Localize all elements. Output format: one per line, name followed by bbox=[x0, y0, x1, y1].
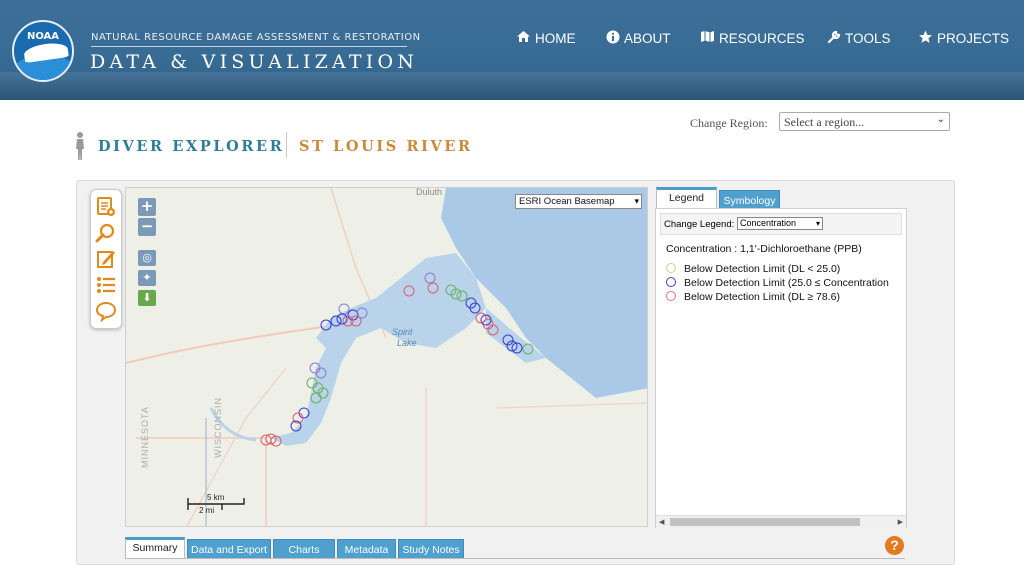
nav-resources-label: RESOURCES bbox=[719, 30, 805, 46]
change-legend-bar: Change Legend: Concentration ▾ bbox=[660, 213, 902, 235]
legend-item: Below Detection Limit (25.0 ≤ Concentrat… bbox=[666, 277, 889, 289]
legend-title: Concentration : 1,1'-Dichloroethane (PPB… bbox=[666, 243, 862, 255]
sample-point[interactable] bbox=[336, 313, 348, 325]
sample-point[interactable] bbox=[356, 307, 368, 319]
sample-point[interactable] bbox=[456, 290, 468, 302]
sample-point[interactable] bbox=[427, 282, 439, 294]
sample-point[interactable] bbox=[298, 407, 310, 419]
nav-projects[interactable]: PROJECTS bbox=[918, 29, 1009, 47]
site-title[interactable]: DATA & VISUALIZATION bbox=[90, 51, 418, 73]
map-toolbar bbox=[90, 189, 122, 329]
sample-point[interactable] bbox=[306, 377, 318, 389]
tab-legend[interactable]: Legend bbox=[656, 187, 717, 209]
nav-about[interactable]: ABOUT bbox=[606, 29, 671, 47]
edit-icon[interactable] bbox=[95, 248, 117, 270]
scroll-right-icon[interactable]: ▶ bbox=[898, 516, 903, 528]
header-divider bbox=[91, 46, 407, 47]
sample-point[interactable] bbox=[347, 309, 359, 321]
legend-title-prefix: Concentration : bbox=[666, 243, 741, 255]
download-icon[interactable]: ⬇ bbox=[138, 290, 156, 306]
sample-point[interactable] bbox=[310, 392, 322, 404]
layers-icon[interactable]: ✦ bbox=[138, 270, 156, 286]
diver-icon bbox=[73, 131, 87, 161]
chevron-down-icon: ⌄ bbox=[936, 114, 945, 125]
sample-point[interactable] bbox=[338, 303, 350, 315]
sample-points-layer bbox=[260, 272, 534, 447]
sample-point[interactable] bbox=[482, 318, 494, 330]
nav-home-label: HOME bbox=[535, 30, 576, 46]
sample-point[interactable] bbox=[522, 343, 534, 355]
legend-title-chemical: 1,1'-Dichloroethane (PPB) bbox=[740, 243, 862, 255]
title-divider bbox=[286, 132, 287, 158]
nav-projects-label: PROJECTS bbox=[937, 30, 1010, 46]
scale-km-label: 5 km bbox=[207, 493, 225, 502]
project-title: ST LOUIS RIVER bbox=[299, 138, 473, 155]
agency-name: NATURAL RESOURCE DAMAGE ASSESSMENT & RES… bbox=[91, 32, 421, 43]
basemap-select-value: ESRI Ocean Basemap bbox=[519, 196, 615, 207]
star-icon bbox=[918, 30, 933, 47]
tab-study-notes[interactable]: Study Notes bbox=[398, 539, 464, 559]
tab-charts[interactable]: Charts bbox=[273, 539, 335, 559]
chevron-down-icon: ▾ bbox=[634, 196, 639, 206]
legend-symbol-icon bbox=[666, 277, 676, 287]
sample-point[interactable] bbox=[315, 367, 327, 379]
legend-item-label: Below Detection Limit (25.0 ≤ Concentrat… bbox=[684, 277, 889, 289]
home-icon bbox=[516, 30, 531, 46]
chevron-down-icon: ▾ bbox=[815, 219, 820, 228]
change-legend-value: Concentration bbox=[740, 218, 797, 228]
nav-tools[interactable]: TOOLS bbox=[827, 29, 891, 47]
noaa-logo[interactable]: NOAA bbox=[12, 20, 74, 82]
tab-metadata[interactable]: Metadata bbox=[337, 539, 396, 559]
change-legend-select[interactable]: Concentration ▾ bbox=[737, 217, 823, 230]
search-icon[interactable] bbox=[95, 222, 117, 244]
sample-point[interactable] bbox=[309, 362, 321, 374]
sample-point[interactable] bbox=[424, 272, 436, 284]
map-view[interactable]: Duluth Spirit Lake MINNESOTA WISCONSIN bbox=[125, 187, 648, 527]
site-header: NOAA NATURAL RESOURCE DAMAGE ASSESSMENT … bbox=[0, 0, 1024, 100]
zoom-out-button[interactable]: − bbox=[138, 218, 156, 236]
locate-icon[interactable]: ◎ bbox=[138, 250, 156, 266]
scale-mi-label: 2 mi bbox=[199, 506, 215, 515]
map-icon bbox=[700, 30, 715, 46]
info-icon bbox=[606, 30, 620, 47]
region-select-value: Select a region... bbox=[784, 115, 865, 129]
legend-item-label: Below Detection Limit (DL < 25.0) bbox=[684, 263, 841, 275]
scrollbar-thumb[interactable] bbox=[670, 518, 860, 526]
comment-icon[interactable] bbox=[95, 300, 117, 323]
legend-horizontal-scrollbar[interactable]: ◀ ▶ bbox=[656, 515, 906, 528]
header-banner-landscape bbox=[0, 72, 1024, 100]
scroll-left-icon[interactable]: ◀ bbox=[659, 516, 664, 528]
sample-point[interactable] bbox=[320, 319, 332, 331]
nav-home[interactable]: HOME bbox=[516, 29, 576, 47]
tab-data-and-export[interactable]: Data and Export bbox=[187, 539, 271, 559]
tab-baseline bbox=[125, 558, 905, 559]
add-document-icon[interactable] bbox=[95, 196, 117, 218]
sample-point[interactable] bbox=[487, 324, 499, 336]
legend-symbol-icon bbox=[666, 291, 676, 301]
basemap-select[interactable]: ESRI Ocean Basemap ▾ bbox=[515, 194, 642, 209]
list-icon[interactable] bbox=[95, 274, 117, 296]
legend-item: Below Detection Limit (DL ≥ 78.6) bbox=[666, 291, 840, 303]
nav-about-label: ABOUT bbox=[624, 30, 671, 46]
wrench-icon bbox=[827, 30, 841, 47]
sample-point[interactable] bbox=[330, 315, 342, 327]
app-title: DIVER EXPLORER bbox=[98, 138, 285, 155]
nav-tools-label: TOOLS bbox=[845, 30, 891, 46]
change-region-label: Change Region: bbox=[690, 116, 768, 130]
change-legend-label: Change Legend: bbox=[664, 219, 735, 230]
nav-resources[interactable]: RESOURCES bbox=[700, 29, 805, 47]
legend-item: Below Detection Limit (DL < 25.0) bbox=[666, 263, 840, 275]
tab-summary[interactable]: Summary bbox=[125, 537, 185, 559]
tab-symbology[interactable]: Symbology bbox=[719, 190, 780, 209]
legend-item-label: Below Detection Limit (DL ≥ 78.6) bbox=[684, 291, 840, 303]
sample-point[interactable] bbox=[403, 285, 415, 297]
region-select[interactable]: Select a region... ⌄ bbox=[779, 112, 950, 131]
legend-symbol-icon bbox=[666, 263, 676, 273]
noaa-logo-text: NOAA bbox=[26, 31, 60, 42]
legend-pane bbox=[655, 208, 907, 528]
zoom-in-button[interactable]: + bbox=[138, 198, 156, 216]
help-icon[interactable]: ? bbox=[885, 536, 904, 555]
